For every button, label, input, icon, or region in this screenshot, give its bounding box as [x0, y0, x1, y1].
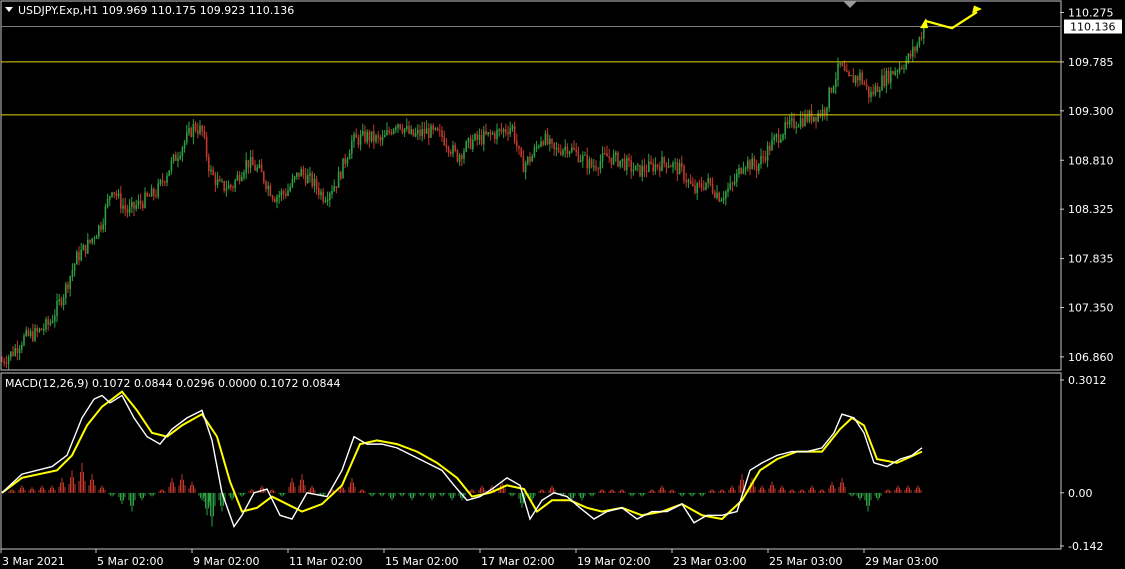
time-tick-label: 9 Mar 02:00 [193, 555, 259, 568]
price-tick-label: 108.325 [1068, 203, 1114, 216]
chart-title: USDJPY.Exp,H1 109.969 110.175 109.923 11… [18, 4, 294, 17]
time-tick-label: 23 Mar 03:00 [673, 555, 746, 568]
current-price-label: 110.136 [1070, 21, 1116, 34]
price-tick-label: 109.785 [1068, 56, 1114, 69]
macd-title: MACD(12,26,9) 0.1072 0.0844 0.0296 0.000… [5, 377, 340, 390]
chart-background [0, 0, 1125, 569]
time-tick-label: 19 Mar 02:00 [577, 555, 650, 568]
macd-tick-label: 0.3012 [1068, 374, 1107, 387]
price-tick-label: 107.835 [1068, 253, 1114, 266]
price-tick-label: 106.860 [1068, 351, 1114, 364]
time-tick-label: 15 Mar 02:00 [385, 555, 458, 568]
time-tick-label: 5 Mar 02:00 [97, 555, 163, 568]
time-tick-label: 29 Mar 03:00 [865, 555, 938, 568]
macd-tick-label: 0.00 [1068, 487, 1093, 500]
time-tick-label: 25 Mar 03:00 [769, 555, 842, 568]
time-tick-label: 3 Mar 2021 [2, 555, 65, 568]
time-tick-label: 11 Mar 02:00 [289, 555, 362, 568]
macd-tick-label: -0.142 [1068, 540, 1103, 553]
price-tick-label: 107.350 [1068, 301, 1114, 314]
price-tick-label: 110.275 [1068, 7, 1114, 20]
price-tick-label: 109.300 [1068, 105, 1114, 118]
chart-canvas: 110.275 109.785 109.300 108.810 108.325 107.8… [0, 0, 1125, 569]
time-tick-label: 17 Mar 02:00 [481, 555, 554, 568]
price-tick-label: 108.810 [1068, 154, 1114, 167]
